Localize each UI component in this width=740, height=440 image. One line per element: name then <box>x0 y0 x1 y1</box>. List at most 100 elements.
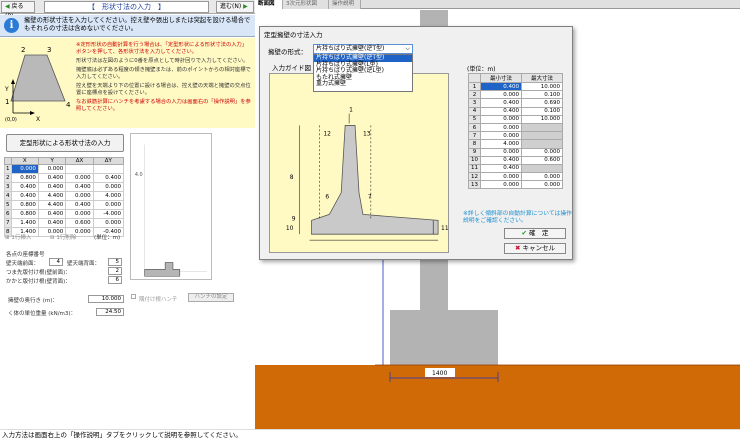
dim-header-max: 最大寸法 <box>521 73 563 83</box>
table-cell[interactable]: 4.000 <box>92 191 125 201</box>
toe-label: つま先版付け根(壁前面)： <box>6 270 71 276</box>
page-title: 【 形状寸法の入力 】 <box>44 1 209 13</box>
dimension-table: 最小寸法 最大寸法 1 0.400 10.000 2 0.000 0.100 3 0.40… <box>468 73 563 190</box>
table-cell[interactable]: 0.690 <box>521 98 563 108</box>
insert-row-label: 1行挿入 <box>11 235 32 241</box>
table-cell[interactable]: 0.400 <box>65 182 94 192</box>
dropdown-option[interactable]: 重力式擁壁 <box>314 80 412 88</box>
wall-type-value: 片持ちばり式擁壁(逆T型) <box>316 45 385 52</box>
table-cell[interactable]: 0.400 <box>480 81 522 92</box>
check-icon: ✔ <box>521 229 527 237</box>
table-cell[interactable]: 0.100 <box>521 90 563 100</box>
table-cell[interactable]: 4.400 <box>37 200 67 210</box>
table-cell[interactable]: 4.000 <box>480 139 522 149</box>
front-top-field[interactable]: 4 <box>49 258 63 266</box>
confirm-button[interactable]: ✔ 確 定 <box>504 228 566 239</box>
table-cell[interactable]: 0.000 <box>480 180 522 190</box>
table-cell[interactable]: 0.000 <box>480 114 522 124</box>
table-cell[interactable]: 0.000 <box>37 164 67 174</box>
next-button[interactable]: 進む(N) ▶ <box>216 1 254 13</box>
dialog-unit-label: (単位：m) <box>467 66 496 73</box>
table-row: 12 0.000 0.000 <box>468 172 563 182</box>
table-cell[interactable]: 0.400 <box>37 173 67 183</box>
table-row: 13 0.000 0.000 <box>468 180 563 190</box>
info-banner: i 擁壁の形状寸法を入力してください。控え壁や張出しまたは突起を設ける場合でもそ… <box>0 15 255 37</box>
table-cell[interactable]: 1.400 <box>10 218 39 228</box>
table-cell[interactable]: 0.100 <box>521 106 563 116</box>
cancel-button[interactable]: ✖ キャンセル <box>504 243 566 254</box>
table-cell[interactable]: 0.400 <box>480 155 522 165</box>
haunch-settings-button[interactable]: ハンチの設定 <box>188 293 234 302</box>
table-cell[interactable]: 0.400 <box>10 182 39 192</box>
table-cell[interactable]: 0.000 <box>10 164 39 174</box>
insert-row-button[interactable]: ⊞ 1行挿入 <box>5 233 31 241</box>
table-cell[interactable]: 10.000 <box>521 114 563 124</box>
table-row: 6 0.800 0.400 0.000 -4.000 <box>4 209 125 219</box>
table-cell[interactable]: 0.000 <box>92 182 125 192</box>
toe-field[interactable]: 2 <box>108 267 122 275</box>
table-cell[interactable]: 0.400 <box>92 173 125 183</box>
col-header-dx: ΔX <box>65 157 94 165</box>
standard-shape-input-button[interactable]: 定型形状による形状寸法の入力 <box>6 134 124 152</box>
table-cell[interactable] <box>92 164 125 174</box>
depth-label: 擁壁の奥行き (m)： <box>8 298 58 304</box>
table-cell[interactable]: 0.600 <box>521 155 563 165</box>
table-cell[interactable]: 0.000 <box>92 218 125 228</box>
table-cell[interactable]: 0.400 <box>480 106 522 116</box>
table-cell[interactable]: 0.000 <box>480 131 522 141</box>
heel-field[interactable]: 6 <box>108 276 122 284</box>
table-cell[interactable]: 0.400 <box>37 182 67 192</box>
delete-row-icon: ⊟ <box>50 235 55 241</box>
table-cell[interactable]: 0.000 <box>521 180 563 190</box>
help-note-5: なお鉄筋計算にハンチを考慮する場合の入力は画面右の「操作説明」を参照してください… <box>76 99 251 112</box>
col-header-x: X <box>10 157 39 165</box>
help-panel: 2 3 1 4 Y X (0,0) ※定形形状の自動計算を行う場合は、「定型形状… <box>0 38 255 128</box>
tab-section-view[interactable]: 断面図 <box>255 0 283 9</box>
tab-3d-view[interactable]: 3次元形状図 <box>283 0 329 9</box>
table-cell[interactable]: 0.400 <box>10 191 39 201</box>
table-cell[interactable]: 0.000 <box>480 122 522 133</box>
table-cell[interactable]: 0.000 <box>480 90 522 100</box>
table-cell[interactable]: 0.400 <box>480 163 522 174</box>
status-bar: 入力方法は画面右上の「操作説明」タブをクリックして説明を参照してください。 <box>0 429 740 440</box>
unit-weight-field[interactable]: 24.50 <box>96 308 124 316</box>
table-cell[interactable]: 0.800 <box>10 209 39 219</box>
table-cell[interactable] <box>65 164 94 174</box>
back-top-field[interactable]: 5 <box>108 258 122 266</box>
haunch-check-label: 隅付け根ハンチ <box>139 297 178 303</box>
row-number: 4 <box>468 106 481 116</box>
table-cell[interactable]: 10.000 <box>521 81 563 92</box>
depth-field[interactable]: 10.000 <box>88 295 124 303</box>
tab-operation-guide[interactable]: 操作説明 <box>329 0 361 9</box>
table-cell[interactable]: 0.000 <box>65 173 94 183</box>
dialog-note: ※詳しく傾斜部の自動計算については操作説明をご確認ください。 <box>463 211 572 224</box>
table-cell[interactable]: 0.400 <box>65 200 94 210</box>
table-cell[interactable]: 4.400 <box>37 191 67 201</box>
table-cell[interactable]: 0.600 <box>65 218 94 228</box>
table-cell[interactable]: 0.000 <box>65 191 94 201</box>
table-cell[interactable]: 0.400 <box>480 98 522 108</box>
dim-header-index <box>468 73 481 83</box>
table-cell[interactable]: -4.000 <box>92 209 125 219</box>
row-number: 11 <box>468 163 481 174</box>
table-cell[interactable]: 0.800 <box>10 200 39 210</box>
haunch-checkbox[interactable] <box>131 294 136 299</box>
table-cell[interactable]: 0.000 <box>480 172 522 182</box>
table-cell[interactable]: 0.000 <box>521 147 563 157</box>
table-row: 2 0.000 0.100 <box>468 90 563 100</box>
table-cell[interactable]: 0.000 <box>480 147 522 157</box>
back-button[interactable]: ◀ 戻る(P) <box>1 1 35 20</box>
table-cell[interactable]: 0.000 <box>92 200 125 210</box>
front-top-label: 壁天端前面： <box>6 261 40 267</box>
wall-type-select[interactable]: 片持ちばり式擁壁(逆T型) ⌵ <box>313 44 413 54</box>
table-cell[interactable]: 0.800 <box>10 173 39 183</box>
help-note-4: 控え壁を天端より下の位置に設ける場合は、控え壁の天端と擁壁の交点位置に座標点を設… <box>76 83 251 96</box>
table-cell[interactable]: 0.000 <box>65 209 94 219</box>
table-row: 7 0.000 <box>468 131 563 141</box>
table-cell[interactable]: 0.400 <box>37 209 67 219</box>
unit-label: (単位：m) <box>94 235 121 241</box>
table-cell[interactable]: 0.000 <box>521 172 563 182</box>
delete-row-button[interactable]: ⊟ 1行削除 <box>50 233 76 241</box>
row-number: 3 <box>468 98 481 108</box>
table-cell[interactable]: 0.400 <box>37 218 67 228</box>
